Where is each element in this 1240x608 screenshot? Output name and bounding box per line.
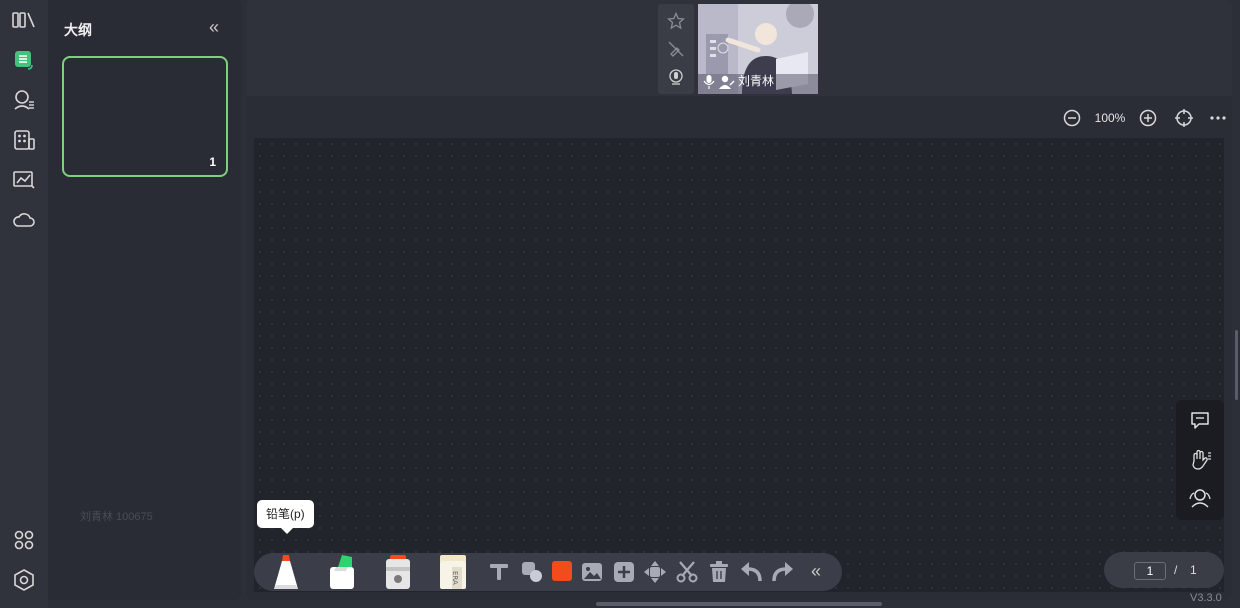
microphone-icon[interactable] <box>667 68 685 86</box>
grid-menu-icon[interactable] <box>10 526 38 554</box>
thumbnail-page-number: 1 <box>209 155 216 169</box>
zoom-in-icon[interactable] <box>1138 108 1158 128</box>
redo-icon[interactable] <box>772 561 794 583</box>
chart-icon[interactable] <box>10 166 38 194</box>
whiteboard-canvas[interactable] <box>254 138 1224 592</box>
user-watermark: 刘青林 100675 <box>80 511 153 523</box>
tooltip-arrow <box>281 528 293 534</box>
user-host-icon <box>719 75 735 89</box>
delete-tool-icon[interactable] <box>708 561 730 583</box>
current-page-input[interactable]: 1 <box>1134 562 1166 580</box>
zoom-out-icon[interactable] <box>1062 108 1082 128</box>
scissors-tool-icon[interactable] <box>676 561 698 583</box>
undo-icon[interactable] <box>740 561 762 583</box>
participant-video[interactable]: 刘青林 <box>698 4 818 94</box>
svg-text:ERA: ERA <box>451 571 459 585</box>
cloud-icon[interactable] <box>10 206 38 234</box>
shape-tool-icon[interactable] <box>521 561 543 583</box>
more-options-icon[interactable] <box>1208 108 1228 128</box>
outline-title: 大纲 <box>64 22 92 38</box>
star-icon[interactable] <box>667 12 685 30</box>
zoom-controls: 100% <box>1062 108 1228 128</box>
color-picker-swatch[interactable] <box>552 561 572 581</box>
vertical-scrollbar[interactable] <box>1235 330 1238 400</box>
zoom-level: 100% <box>1094 111 1126 125</box>
brush-disabled-icon[interactable] <box>667 40 685 58</box>
laser-pointer-icon[interactable] <box>382 555 414 589</box>
highlighter-tool-icon[interactable] <box>324 555 358 589</box>
left-rail <box>0 0 48 608</box>
members-icon[interactable] <box>10 86 38 114</box>
video-tools <box>658 4 694 94</box>
page-thumbnail[interactable]: 1 <box>62 56 228 177</box>
eraser-tool-icon[interactable]: ERA <box>438 555 468 589</box>
outline-panel: 大纲 « 1 刘青林 100675 <box>48 0 241 600</box>
page-navigator: 1 / 1 <box>1104 552 1224 588</box>
tool-tooltip: 铅笔(p) <box>257 500 314 528</box>
drawing-toolbar: ERA « <box>254 553 842 591</box>
settings-icon[interactable] <box>10 566 38 594</box>
pencil-tool-icon[interactable] <box>270 555 302 589</box>
apps-icon[interactable] <box>10 126 38 154</box>
side-actions <box>1176 400 1224 520</box>
mic-status-icon <box>703 75 715 89</box>
text-tool-icon[interactable] <box>488 561 510 583</box>
library-icon[interactable] <box>10 6 38 34</box>
total-pages: 1 <box>1190 563 1197 577</box>
image-tool-icon[interactable] <box>581 561 603 583</box>
fit-screen-icon[interactable] <box>1174 108 1194 128</box>
raise-hand-icon[interactable] <box>1188 448 1212 472</box>
outline-list-icon[interactable] <box>10 46 38 74</box>
horizontal-scrollbar[interactable] <box>596 602 882 606</box>
add-tool-icon[interactable] <box>613 561 635 583</box>
collapse-outline-button[interactable]: « <box>204 18 224 38</box>
version-label: V3.3.0 <box>1190 592 1222 604</box>
page-separator: / <box>1174 563 1178 577</box>
chat-icon[interactable] <box>1188 408 1212 432</box>
user-group-icon[interactable] <box>1188 486 1212 510</box>
move-tool-icon[interactable] <box>644 561 666 583</box>
collapse-toolbar-button[interactable]: « <box>806 562 826 582</box>
participant-name: 刘青林 <box>738 74 775 88</box>
